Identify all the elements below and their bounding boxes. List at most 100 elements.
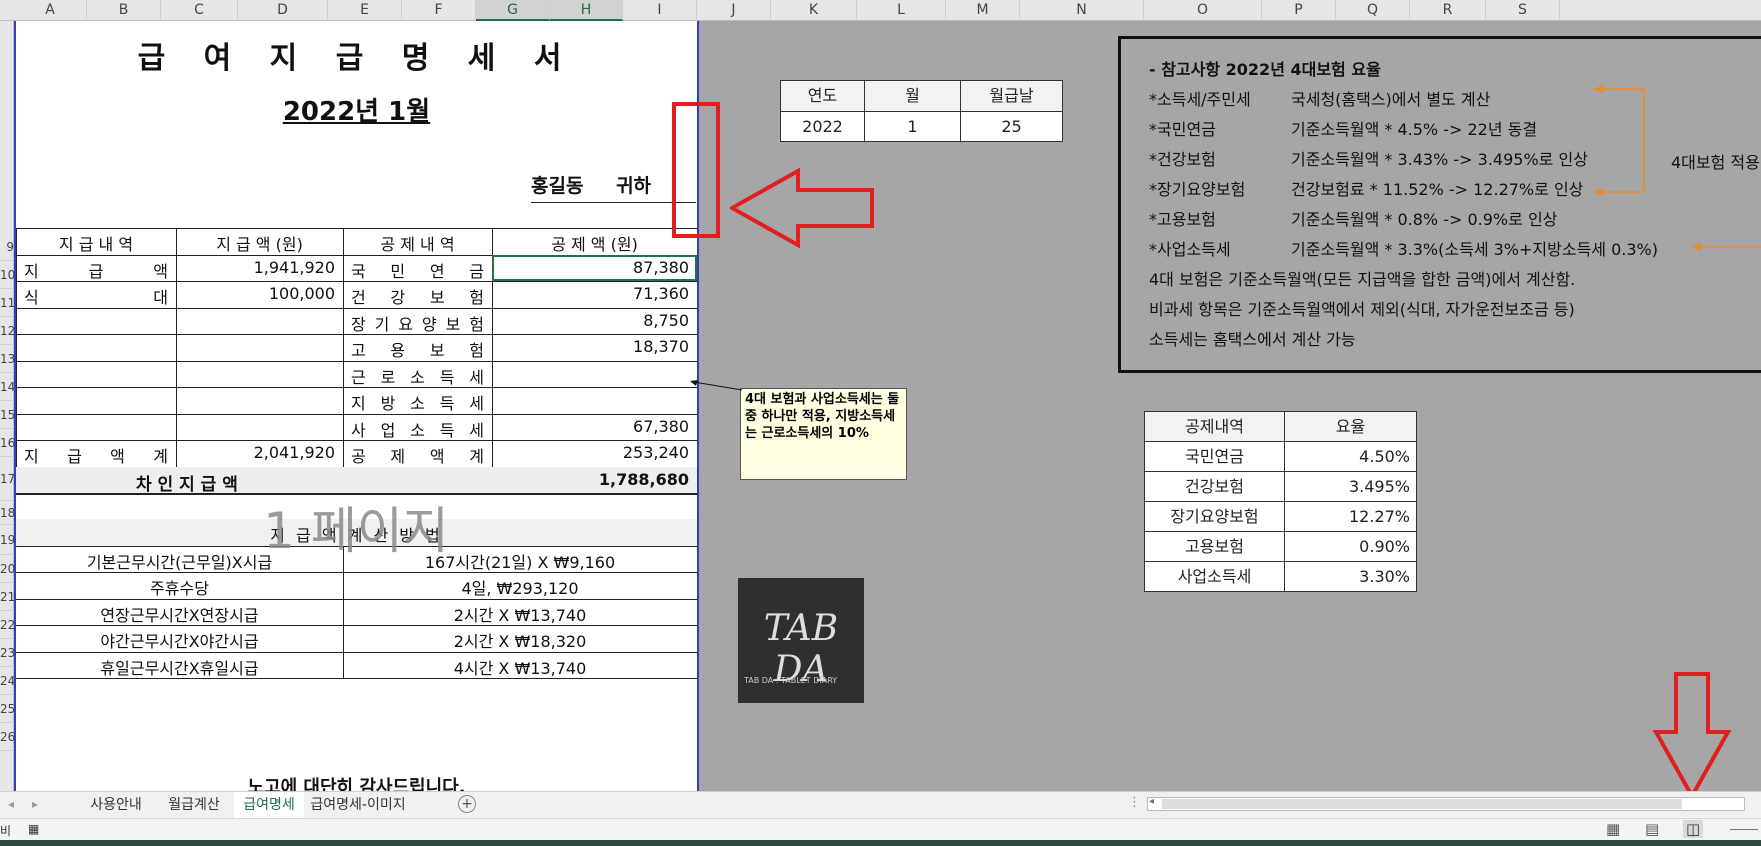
column-header-B[interactable]: B [87, 0, 161, 21]
add-sheet-icon[interactable]: + [458, 795, 476, 813]
column-header-F[interactable]: F [402, 0, 476, 21]
row-header[interactable]: 11 [0, 289, 14, 317]
date-table-value[interactable]: 1 [864, 111, 961, 142]
rate-table-rate[interactable]: 3.495% [1284, 471, 1417, 502]
row-header[interactable]: 25 [0, 695, 14, 723]
row-header[interactable]: 15 [0, 401, 14, 429]
pay-item-label[interactable]: 지급액 [16, 258, 176, 282]
deduction-label[interactable]: 지방소득세 [343, 390, 492, 414]
normal-view-icon[interactable]: ▦ [1606, 820, 1620, 838]
rate-table-rate[interactable]: 4.50% [1284, 441, 1417, 472]
row-header[interactable]: 17 [0, 457, 14, 501]
sheet-tab[interactable]: 급여명세-이미지 [304, 792, 412, 818]
pay-item-amount[interactable]: 1,941,920 [176, 258, 343, 277]
rate-table-rate[interactable]: 0.90% [1284, 531, 1417, 562]
column-header-D[interactable]: D [238, 0, 328, 21]
column-header-G[interactable]: G [476, 0, 550, 21]
row-header[interactable]: 19 [0, 525, 14, 555]
net-pay-amount[interactable]: 1,788,680 [492, 470, 697, 489]
column-header-O[interactable]: O [1144, 0, 1262, 21]
cell-comment[interactable]: 4대 보험과 사업소득세는 둘 중 하나만 적용, 지방소득세는 근로소득세의 … [740, 388, 907, 480]
deduction-label-char: 보 [445, 314, 461, 334]
calc-row-value[interactable]: 2시간 X ₩18,320 [343, 628, 697, 652]
sheet-tab[interactable]: 사용안내 [78, 792, 154, 818]
row-header[interactable]: 13 [0, 345, 14, 373]
deduction-amount[interactable]: 71,360 [492, 284, 697, 303]
row-header[interactable]: 21 [0, 583, 14, 611]
active-cell-outline[interactable] [492, 254, 697, 281]
column-header-L[interactable]: L [857, 0, 946, 21]
row-header[interactable]: 14 [0, 373, 14, 401]
column-header-P[interactable]: P [1262, 0, 1336, 21]
column-header-K[interactable]: K [771, 0, 857, 21]
column-header-M[interactable]: M [946, 0, 1020, 21]
column-header-Q[interactable]: Q [1336, 0, 1410, 21]
logo-subtext: TAB DA : TABLET DIARY [744, 676, 838, 685]
notes-line-label: *소득세/주민세 [1149, 90, 1251, 109]
grid-line [16, 440, 697, 441]
scrollbar-left-icon[interactable]: ◂ [1149, 796, 1154, 807]
row-header[interactable]: 20 [0, 555, 14, 583]
row-header[interactable]: 23 [0, 639, 14, 667]
column-header-J[interactable]: J [697, 0, 771, 21]
row-header[interactable]: 18 [0, 501, 14, 525]
date-table-value[interactable]: 25 [960, 111, 1063, 142]
calc-row-value[interactable]: 4시간 X ₩13,740 [343, 655, 697, 679]
deduction-label[interactable]: 근로소득세 [343, 364, 492, 388]
calc-row-value[interactable]: 4일, ₩293,120 [343, 575, 697, 599]
deduction-label[interactable]: 고용보험 [343, 337, 492, 361]
column-header-R[interactable]: R [1410, 0, 1486, 21]
payslip-page[interactable]: 급 여 지 급 명 세 서 2022년 1월 홍길동 귀하 지 급 내 역지 급… [14, 21, 699, 798]
row-header[interactable]: 16 [0, 429, 14, 457]
page-layout-view-icon[interactable]: ▤ [1645, 820, 1659, 838]
pay-item-label[interactable]: 식대 [16, 284, 176, 308]
deduction-amount[interactable]: 67,380 [492, 417, 697, 436]
calc-row-value[interactable]: 2시간 X ₩13,740 [343, 602, 697, 626]
deduction-label-char: 요 [398, 314, 414, 334]
column-header-C[interactable]: C [161, 0, 238, 21]
column-header-S[interactable]: S [1486, 0, 1560, 21]
total-pay-amount[interactable]: 2,041,920 [176, 443, 343, 462]
deduction-label[interactable]: 장기요양보험 [343, 311, 492, 335]
macro-record-icon[interactable]: ▦ [28, 822, 39, 836]
row-header[interactable]: 12 [0, 317, 14, 345]
tab-split-handle[interactable]: ⋮ [1128, 795, 1141, 810]
deduction-label[interactable]: 국민연금 [343, 258, 492, 282]
deduction-label[interactable]: 건강보험 [343, 284, 492, 308]
rate-table-rate[interactable]: 3.30% [1284, 561, 1417, 592]
row-header[interactable]: 26 [0, 723, 14, 751]
page-break-view-icon[interactable]: ◫ [1683, 820, 1704, 838]
deduction-label-char: 보 [429, 288, 445, 307]
date-table-value[interactable]: 2022 [780, 111, 865, 142]
sheet-tab[interactable]: 월급계산 [154, 792, 234, 818]
row-header[interactable]: 22 [0, 611, 14, 639]
notes-line-label: *장기요양보험 [1149, 180, 1246, 199]
scroll-left-icon[interactable]: ◂ [8, 797, 14, 811]
deduction-amount[interactable]: 18,370 [492, 337, 697, 356]
deduction-label[interactable]: 사업소득세 [343, 417, 492, 441]
pay-item-amount[interactable]: 100,000 [176, 284, 343, 303]
row-header[interactable]: 24 [0, 667, 14, 695]
sheet-tab[interactable]: 급여명세 [234, 792, 304, 820]
row-header[interactable]: 10 [0, 261, 14, 289]
notes-plain-line: 비과세 항목은 기준소득월액에서 제외(식대, 자가운전보조금 등) [1149, 300, 1575, 319]
column-header-I[interactable]: I [623, 0, 697, 21]
deduction-label-char: 험 [469, 314, 484, 334]
column-header-E[interactable]: E [328, 0, 402, 21]
scrollbar-thumb[interactable] [1162, 799, 1682, 809]
column-header-A[interactable]: A [14, 0, 87, 21]
row-header[interactable]: 9 [0, 233, 14, 261]
total-pay-label[interactable]: 지급액계 [16, 443, 176, 467]
column-header-N[interactable]: N [1020, 0, 1144, 21]
grid-line [16, 387, 697, 388]
scroll-right-icon[interactable]: ▸ [32, 797, 38, 811]
horizontal-scrollbar[interactable]: ◂ [1147, 796, 1745, 811]
deduction-label-char: 업 [380, 420, 396, 440]
total-deduction-amount[interactable]: 253,240 [492, 443, 697, 462]
grid-line [16, 307, 697, 309]
zoom-slider[interactable] [1730, 829, 1758, 830]
total-deduction-label[interactable]: 공제액계 [343, 443, 492, 467]
deduction-amount[interactable]: 8,750 [492, 311, 697, 330]
column-header-H[interactable]: H [550, 0, 623, 21]
rate-table-rate[interactable]: 12.27% [1284, 501, 1417, 532]
